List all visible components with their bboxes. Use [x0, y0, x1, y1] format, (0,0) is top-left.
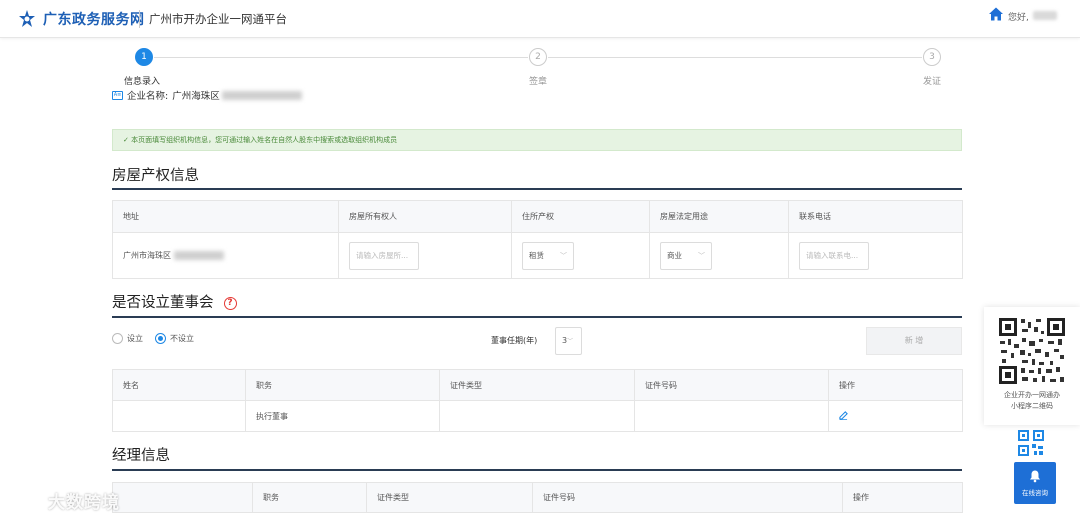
site-logo[interactable]: 广东政务服务网 [16, 8, 145, 30]
section-divider [112, 316, 962, 318]
info-notice: ✓ 本页面填写组织机构信息，您可通过输入姓名在自然人股东中搜索或选取组织机构成员 [112, 129, 962, 151]
director-term-label: 董事任期(年) [491, 336, 538, 345]
ownership-value: 租赁 [529, 250, 544, 260]
phone-cell: 请输入联系电... [788, 232, 963, 279]
property-table: 地址 房屋所有权人 住所产权 房屋法定用途 联系电话 广州市海珠区 请输入房屋所… [112, 200, 963, 279]
owner-input[interactable]: 请输入房屋所... [349, 241, 419, 270]
step-2-label: 签章 [529, 77, 548, 87]
col-header-usage: 房屋法定用途 [649, 200, 789, 233]
company-name-redacted [221, 90, 302, 100]
manager-section-title: 经理信息 [112, 448, 170, 464]
usage-cell: 商业 ﹀ [649, 232, 789, 279]
platform-name: 广州市开办企业一网通平台 [149, 12, 287, 26]
col-header-empty [112, 482, 253, 513]
online-consult-label: 在线咨询 [1022, 489, 1048, 497]
edit-icon[interactable] [839, 410, 848, 420]
table-row: 广州市海珠区 请输入房屋所... 租赁 ﹀ 商业 ﹀ 请输入联系电... [112, 232, 963, 279]
header-divider [139, 10, 140, 28]
step-connector [154, 57, 528, 58]
step-1-label: 信息录入 [124, 77, 161, 87]
watermark: 大数跨境 [10, 488, 120, 513]
director-id-number-cell [634, 400, 829, 432]
radio-establish[interactable] [112, 333, 123, 344]
chevron-down-icon: ﹀ [567, 338, 574, 345]
qr-caption-line-2: 小程序二维码 [1011, 402, 1053, 410]
property-section-title: 房屋产权信息 [112, 168, 199, 184]
table-header-row: 姓名 职务 证件类型 证件号码 操作 [112, 369, 963, 401]
qr-caption: 企业开办一网通办 小程序二维码 [984, 390, 1080, 412]
col-header-name: 姓名 [112, 369, 246, 401]
id-card-icon: A≡ [112, 90, 123, 100]
question-circle-icon[interactable]: ? [223, 296, 237, 310]
usage-value: 商业 [667, 250, 682, 260]
step-2-circle: 2 [529, 48, 547, 66]
step-1-circle: 1 [135, 48, 153, 66]
address-value: 广州市海珠区 [123, 251, 171, 260]
col-header-id-type: 证件类型 [366, 482, 533, 513]
ownership-select[interactable]: 租赁 ﹀ [522, 241, 574, 270]
online-consult-button[interactable]: 在线咨询 [1014, 462, 1056, 504]
table-header-row: 地址 房屋所有权人 住所产权 房屋法定用途 联系电话 [112, 200, 963, 233]
director-id-type-cell [439, 400, 635, 432]
col-header-address: 地址 [112, 200, 339, 233]
chevron-down-icon: ﹀ [560, 251, 567, 260]
col-header-action: 操作 [828, 369, 963, 401]
miniprogram-qr-panel: 企业开办一网通办 小程序二维码 [984, 307, 1080, 425]
address-redacted [173, 251, 224, 260]
radio-establish-label[interactable]: 设立 [127, 333, 143, 344]
col-header-action: 操作 [842, 482, 963, 513]
board-title-text: 是否设立董事会 [112, 295, 214, 311]
director-term-select[interactable]: 3﹀ [555, 327, 582, 355]
table-header-row: 职务 证件类型 证件号码 操作 [112, 482, 963, 513]
board-table: 姓名 职务 证件类型 证件号码 操作 执行董事 [112, 369, 963, 432]
director-action-cell [828, 400, 963, 432]
radio-not-establish-label[interactable]: 不设立 [170, 333, 194, 344]
company-name-label: 企业名称: [127, 91, 169, 102]
top-header: 广东政务服务网 广州市开办企业一网通平台 您好, [0, 0, 1080, 38]
step-3-label: 发证 [923, 77, 942, 87]
section-divider [112, 469, 962, 471]
owner-cell: 请输入房屋所... [338, 232, 512, 279]
qr-code-image [998, 317, 1066, 385]
home-icon[interactable] [988, 6, 1004, 22]
col-header-id-type: 证件类型 [439, 369, 635, 401]
col-header-owner: 房屋所有权人 [338, 200, 512, 233]
col-header-position: 职务 [245, 369, 440, 401]
col-header-phone: 联系电话 [788, 200, 963, 233]
col-header-ownership: 住所产权 [511, 200, 650, 233]
step-3-circle: 3 [923, 48, 941, 66]
step-connector [548, 57, 922, 58]
manager-table: 职务 证件类型 证件号码 操作 [112, 482, 963, 513]
chevron-down-icon: ﹀ [698, 251, 705, 260]
ownership-cell: 租赁 ﹀ [511, 232, 650, 279]
site-name: 广东政务服务网 [43, 12, 145, 28]
director-position-cell: 执行董事 [245, 400, 440, 432]
section-divider [112, 188, 962, 190]
user-greeting[interactable]: 您好, [1008, 10, 1029, 23]
qr-code-icon[interactable] [1018, 430, 1044, 456]
company-name-value: 广州海珠区 [172, 91, 220, 102]
guangdong-logo-icon [19, 10, 35, 27]
qr-caption-line-1: 企业开办一网通办 [1004, 391, 1060, 399]
bell-icon [1030, 470, 1040, 483]
radio-not-establish[interactable] [155, 333, 166, 344]
usage-select[interactable]: 商业 ﹀ [660, 241, 712, 270]
director-name-cell [112, 400, 246, 432]
watermark-text: 大数跨境 [48, 493, 120, 513]
watermark-logo-icon [11, 492, 41, 509]
col-header-id-number: 证件号码 [634, 369, 829, 401]
company-name-row: A≡ 企业名称: 广州海珠区 [112, 88, 302, 102]
address-cell: 广州市海珠区 [112, 232, 339, 279]
col-header-id-number: 证件号码 [532, 482, 843, 513]
table-row: 执行董事 [112, 400, 963, 432]
board-section-title: 是否设立董事会? [112, 291, 237, 312]
username-redacted [1033, 11, 1057, 20]
board-radio-group: 设立 不设立 [112, 333, 194, 344]
col-header-position: 职务 [252, 482, 367, 513]
phone-input[interactable]: 请输入联系电... [799, 241, 869, 270]
add-director-button[interactable]: 新 增 [866, 327, 962, 355]
